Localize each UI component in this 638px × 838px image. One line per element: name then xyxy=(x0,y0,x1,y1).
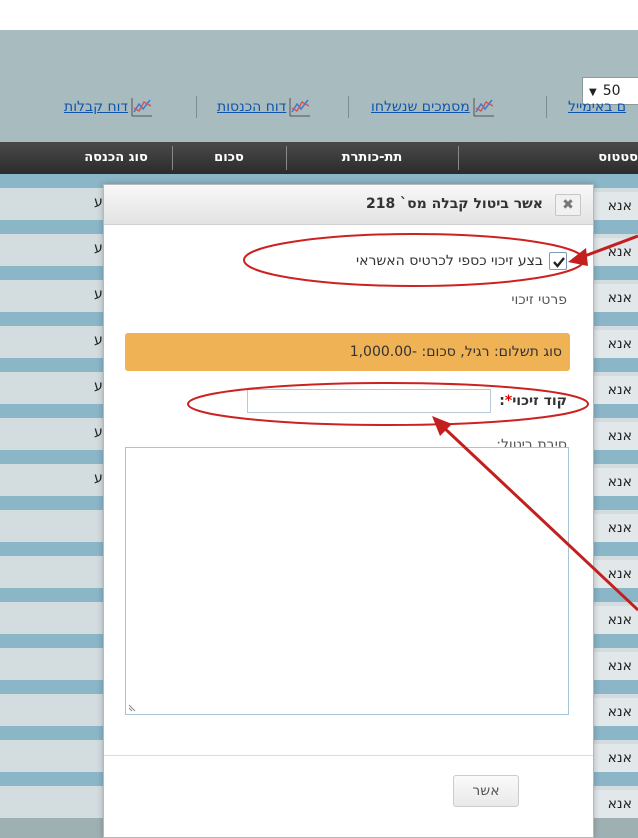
refund-checkbox[interactable] xyxy=(549,252,567,270)
row-status: אנא xyxy=(592,192,638,220)
row-income-type: ע xyxy=(94,240,103,256)
line-chart-icon xyxy=(289,98,311,117)
report-link-receipts[interactable]: דוח קבלות xyxy=(64,96,154,118)
cancel-reason-textarea[interactable] xyxy=(125,447,569,715)
row-status: אנא xyxy=(592,238,638,266)
link-separator xyxy=(196,96,197,118)
line-chart-icon xyxy=(473,98,494,117)
top-bar xyxy=(0,0,638,30)
refund-code-input[interactable] xyxy=(247,389,492,413)
toolbar: ▼ 50 xyxy=(0,30,638,142)
row-status: אנא xyxy=(592,744,638,772)
row-income-type: ע xyxy=(94,378,103,394)
refund-code-row: קוד זיכוי*: xyxy=(247,389,567,413)
refund-checkbox-row[interactable]: בצע זיכוי כספי לכרטיס האשראי xyxy=(356,251,567,271)
column-header-status[interactable]: סטטוס xyxy=(560,142,638,174)
row-status: אנא xyxy=(592,330,638,358)
column-separator xyxy=(458,146,459,170)
row-status: אנא xyxy=(592,652,638,680)
dialog-title: אשר ביטול קבלה מס` 218 xyxy=(366,196,543,212)
row-status: אנא xyxy=(592,698,638,726)
dialog-titlebar[interactable]: אשר ביטול קבלה מס` 218 ✖ xyxy=(104,185,593,225)
close-icon[interactable]: ✖ xyxy=(555,194,581,216)
report-link-label: ם באימייל xyxy=(568,99,627,115)
row-status: אנא xyxy=(592,790,638,818)
report-link-income[interactable]: דוח הכנסות xyxy=(217,96,312,118)
row-income-type: ע xyxy=(94,286,103,302)
report-link-email[interactable]: ם באימייל xyxy=(568,96,626,118)
link-separator xyxy=(348,96,349,118)
confirm-button[interactable]: אשר xyxy=(453,775,519,807)
column-header-amount[interactable]: סכום xyxy=(173,142,285,174)
link-separator xyxy=(546,96,547,118)
row-status: אנא xyxy=(592,514,638,542)
resize-grip-icon[interactable] xyxy=(128,702,138,712)
row-income-type: ע xyxy=(94,194,103,210)
row-status: אנא xyxy=(592,468,638,496)
refund-checkbox-label[interactable]: בצע זיכוי כספי לכרטיס האשראי xyxy=(356,253,543,269)
report-link-label: מסמכים שנשלחו xyxy=(371,99,470,115)
row-status: אנא xyxy=(592,284,638,312)
checkmark-icon xyxy=(553,257,565,268)
refund-details-label: פרטי זיכוי xyxy=(511,292,567,308)
row-status: אנא xyxy=(592,422,638,450)
line-chart-icon xyxy=(131,98,153,117)
grid-header: סוג הכנסה סכום תת-כותרת סטטוס xyxy=(0,142,638,174)
column-header-income-type[interactable]: סוג הכנסה xyxy=(60,142,172,174)
column-header-subtitle[interactable]: תת-כותרת xyxy=(287,142,457,174)
row-income-type: ע xyxy=(94,470,103,486)
row-income-type: ע xyxy=(94,332,103,348)
report-link-sent-documents[interactable]: מסמכים שנשלחו xyxy=(371,96,496,118)
row-status: אנא xyxy=(592,376,638,404)
row-status: אנא xyxy=(592,560,638,588)
refund-code-label: קוד זיכוי*: xyxy=(499,393,567,409)
payment-summary-bar: סוג תשלום: רגיל, סכום: -1,000.00 xyxy=(125,333,570,371)
row-status: אנא xyxy=(592,606,638,634)
report-link-label: דוח הכנסות xyxy=(217,99,287,115)
report-link-label: דוח קבלות xyxy=(64,99,129,115)
row-income-type: ע xyxy=(94,424,103,440)
cancel-receipt-dialog: אשר ביטול קבלה מס` 218 ✖ בצע זיכוי כספי … xyxy=(103,184,594,838)
dialog-divider xyxy=(104,755,593,756)
